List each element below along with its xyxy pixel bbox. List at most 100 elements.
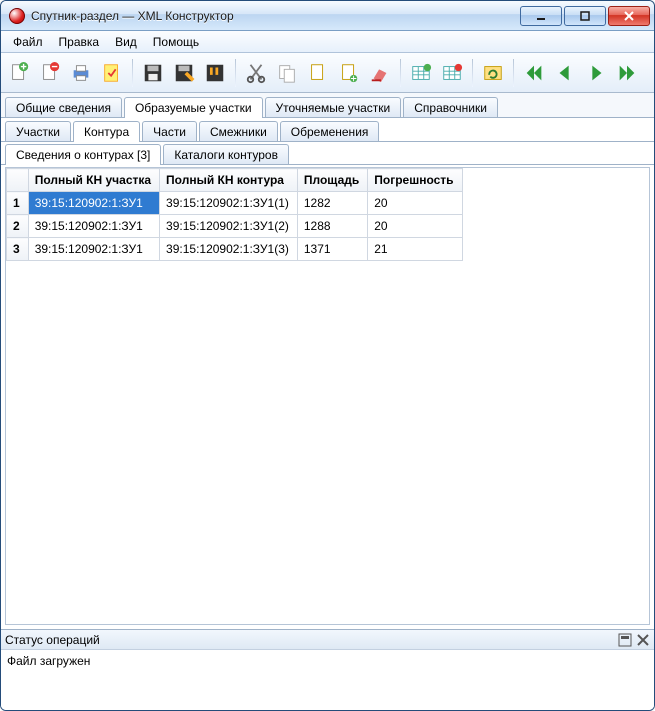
status-body[interactable]: Файл загружен xyxy=(1,650,654,710)
close-panel-icon[interactable] xyxy=(636,633,650,647)
cut-button[interactable] xyxy=(242,58,270,88)
new-doc-icon xyxy=(8,62,30,84)
col-error[interactable]: Погрешность xyxy=(368,169,462,192)
app-window: Спутник-раздел — XML Конструктор Файл Пр… xyxy=(0,0,655,711)
tab-refs[interactable]: Справочники xyxy=(403,97,498,117)
nav-prev-button[interactable] xyxy=(551,58,579,88)
minimize-button[interactable] xyxy=(520,6,562,26)
nav-last-icon xyxy=(616,62,638,84)
cell-error: 21 xyxy=(368,238,462,261)
new-doc-button[interactable] xyxy=(5,58,33,88)
nav-next-button[interactable] xyxy=(582,58,610,88)
cut-icon xyxy=(245,62,267,84)
nav-first-icon xyxy=(523,62,545,84)
paste-button[interactable] xyxy=(304,58,332,88)
table-row[interactable]: 3 39:15:120902:1:ЗУ1 39:15:120902:1:ЗУ1(… xyxy=(7,238,463,261)
delete-doc-button[interactable] xyxy=(36,58,64,88)
table-remove-icon xyxy=(441,62,463,84)
tab-formed[interactable]: Образуемые участки xyxy=(124,97,263,118)
cell-rownum: 3 xyxy=(7,238,29,261)
save-button[interactable] xyxy=(139,58,167,88)
validate-icon xyxy=(101,62,123,84)
cell-area: 1371 xyxy=(297,238,367,261)
close-icon xyxy=(623,10,635,22)
paste-icon xyxy=(307,62,329,84)
col-rownum[interactable] xyxy=(7,169,29,192)
save-all-button[interactable] xyxy=(201,58,229,88)
table-row[interactable]: 1 39:15:120902:1:ЗУ1 39:15:120902:1:ЗУ1(… xyxy=(7,192,463,215)
table-remove-button[interactable] xyxy=(438,58,466,88)
maximize-button[interactable] xyxy=(564,6,606,26)
save-as-icon xyxy=(173,62,195,84)
subtab-parts[interactable]: Части xyxy=(142,121,197,141)
menu-help[interactable]: Помощь xyxy=(145,33,207,51)
sub2-tabstrip: Сведения о контурах [3] Каталоги контуро… xyxy=(1,142,654,165)
save-all-icon xyxy=(204,62,226,84)
nav-prev-icon xyxy=(554,62,576,84)
save-icon xyxy=(142,62,164,84)
toolbar-separator xyxy=(235,59,236,87)
toolbar-separator xyxy=(400,59,401,87)
nav-first-button[interactable] xyxy=(520,58,548,88)
app-icon xyxy=(9,8,25,24)
toolbar-separator xyxy=(132,59,133,87)
close-button[interactable] xyxy=(608,6,650,26)
table-insert-button[interactable] xyxy=(407,58,435,88)
cell-error: 20 xyxy=(368,192,462,215)
cell-area: 1288 xyxy=(297,215,367,238)
subtab2-contours-info[interactable]: Сведения о контурах [3] xyxy=(5,144,161,165)
status-title: Статус операций xyxy=(5,633,100,647)
sub-tabstrip: Участки Контура Части Смежники Обременен… xyxy=(1,118,654,142)
subtab-contours[interactable]: Контура xyxy=(73,121,140,142)
clear-button[interactable] xyxy=(366,58,394,88)
toolbar-separator xyxy=(472,59,473,87)
cell-kn-parcel: 39:15:120902:1:ЗУ1 xyxy=(28,215,159,238)
paste-add-button[interactable] xyxy=(335,58,363,88)
menu-edit[interactable]: Правка xyxy=(51,33,108,51)
menu-view[interactable]: Вид xyxy=(107,33,145,51)
subtab-neighbors[interactable]: Смежники xyxy=(199,121,278,141)
titlebar[interactable]: Спутник-раздел — XML Конструктор xyxy=(1,1,654,31)
validate-button[interactable] xyxy=(98,58,126,88)
toolbar xyxy=(1,53,654,93)
nav-next-icon xyxy=(585,62,607,84)
menubar: Файл Правка Вид Помощь xyxy=(1,31,654,53)
subtab-parcels[interactable]: Участки xyxy=(5,121,71,141)
tab-general[interactable]: Общие сведения xyxy=(5,97,122,117)
cell-error: 20 xyxy=(368,215,462,238)
minimize-icon xyxy=(535,10,547,22)
clear-icon xyxy=(369,62,391,84)
nav-last-button[interactable] xyxy=(613,58,641,88)
contours-table: Полный КН участка Полный КН контура Площ… xyxy=(6,168,463,261)
save-as-button[interactable] xyxy=(170,58,198,88)
delete-doc-icon xyxy=(39,62,61,84)
copy-icon xyxy=(276,62,298,84)
maximize-icon xyxy=(579,10,591,22)
tab-refined[interactable]: Уточняемые участки xyxy=(265,97,402,117)
status-header[interactable]: Статус операций xyxy=(1,630,654,650)
subtab2-catalogs[interactable]: Каталоги контуров xyxy=(163,144,289,164)
cell-kn-contour: 39:15:120902:1:ЗУ1(2) xyxy=(160,215,298,238)
workarea: Общие сведения Образуемые участки Уточня… xyxy=(1,93,654,629)
col-kn-contour[interactable]: Полный КН контура xyxy=(160,169,298,192)
cell-rownum: 1 xyxy=(7,192,29,215)
print-icon xyxy=(70,62,92,84)
print-button[interactable] xyxy=(67,58,95,88)
table-row[interactable]: 2 39:15:120902:1:ЗУ1 39:15:120902:1:ЗУ1(… xyxy=(7,215,463,238)
main-tabstrip: Общие сведения Образуемые участки Уточня… xyxy=(1,93,654,118)
table-container[interactable]: Полный КН участка Полный КН контура Площ… xyxy=(5,167,650,625)
subtab-encumb[interactable]: Обременения xyxy=(280,121,380,141)
cell-rownum: 2 xyxy=(7,215,29,238)
dock-icon[interactable] xyxy=(618,633,632,647)
col-kn-parcel[interactable]: Полный КН участка xyxy=(28,169,159,192)
cell-kn-contour: 39:15:120902:1:ЗУ1(3) xyxy=(160,238,298,261)
status-log-line: Файл загружен xyxy=(7,654,648,668)
col-area[interactable]: Площадь xyxy=(297,169,367,192)
refresh-icon xyxy=(482,62,504,84)
status-panel: Статус операций Файл загружен xyxy=(1,629,654,710)
cell-kn-parcel: 39:15:120902:1:ЗУ1 xyxy=(28,192,159,215)
menu-file[interactable]: Файл xyxy=(5,33,51,51)
copy-button[interactable] xyxy=(273,58,301,88)
window-title: Спутник-раздел — XML Конструктор xyxy=(31,9,234,23)
refresh-button[interactable] xyxy=(479,58,507,88)
